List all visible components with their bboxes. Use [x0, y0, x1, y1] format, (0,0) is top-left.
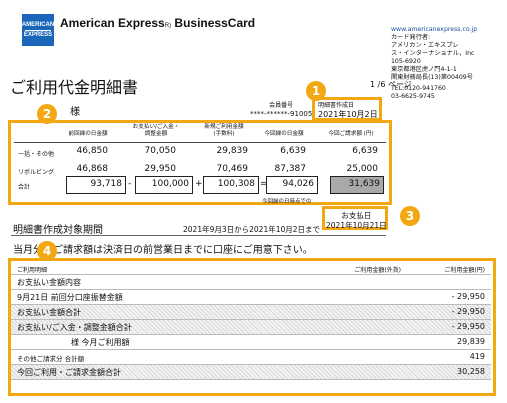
page-title: ご利用代金明細書: [10, 78, 139, 97]
summary-header-new: 新規ご利用金額 (手数料): [204, 124, 244, 137]
period-rule: [11, 235, 386, 236]
row1-billing: 6,639: [352, 146, 378, 156]
row-label-total: 合計: [18, 184, 31, 191]
logo-rule: [25, 29, 51, 31]
member-number: 会員番号 ****-******-91005: [250, 102, 313, 118]
payment-date: お支払日 2021年10月21日: [326, 211, 387, 230]
customer-name: 様: [70, 107, 80, 118]
summary-header-previous: 前回繰の日金額: [68, 131, 108, 137]
details-row: お支払い金額内容: [11, 275, 491, 290]
statement-period-dates: 2021年9月3日から2021年10月2日まで: [183, 225, 321, 234]
issue-date: 明細書作成日 2021年10月2日: [318, 102, 378, 119]
total-current: 94,026: [266, 176, 318, 194]
summary-footnote: 今回繰の日時点での: [262, 199, 312, 205]
details-row: 今回ご利用・ご請求金額合計 30,258: [11, 365, 491, 380]
row2-billing: 25,000: [346, 164, 379, 174]
row1-payments: 70,050: [144, 146, 177, 156]
total-new: 100,308: [203, 176, 259, 194]
plus-operator: +: [195, 179, 203, 189]
payment-note: 当月分のご請求額は決済日の前営業日までに口座にご用意下さい。: [13, 245, 313, 256]
marker-3: 3: [400, 206, 420, 226]
row2-current: 87,387: [274, 164, 307, 174]
summary-header-billing: 今回ご請求額 (円): [328, 131, 374, 137]
row1-previous: 46,850: [76, 146, 109, 156]
total-billing: 31,639: [330, 176, 384, 194]
row1-current: 6,639: [280, 146, 306, 156]
summary-divider: [14, 142, 386, 143]
total-previous: 93,718: [66, 176, 126, 194]
row2-previous: 46,868: [76, 164, 109, 174]
row-label-revolving: リボルビング: [18, 169, 55, 176]
details-header: ご利用明細 ご利用金額(外貨) ご利用金額(円): [11, 263, 491, 275]
details-row: その他ご請求分 合計額 419: [11, 350, 491, 365]
summary-header-current: 今回繰の日金額: [264, 131, 304, 137]
row-label-lump-sum: 一括・その他: [18, 151, 55, 158]
row2-new: 70,469: [216, 164, 249, 174]
details-row: お支払い/ご入金・調整金額合計 - 29,950: [11, 320, 491, 335]
total-payments: 100,000: [135, 176, 193, 194]
amex-logo: AMERICAN EXPRESS: [22, 14, 54, 46]
website-link[interactable]: www.americanexpress.co.jp: [391, 26, 477, 34]
brand-name: American ExpressR) BusinessCard: [60, 16, 256, 30]
page-indicator: 1 /6 ページ: [370, 80, 412, 89]
details-row: 9月21日 前回分口座振替金額 - 29,950: [11, 290, 491, 305]
statement-period-label: 明細書作成対象期間: [13, 225, 103, 236]
row2-payments: 29,950: [144, 164, 177, 174]
summary-header-payments: お支払い/ご入金・ 調整金額: [132, 124, 180, 137]
minus-operator: -: [128, 179, 132, 189]
row1-new: 29,839: [216, 146, 249, 156]
details-row: お支払い金額合計 - 29,950: [11, 305, 491, 320]
details-row: 様 今月ご利用額 29,839: [11, 335, 491, 350]
